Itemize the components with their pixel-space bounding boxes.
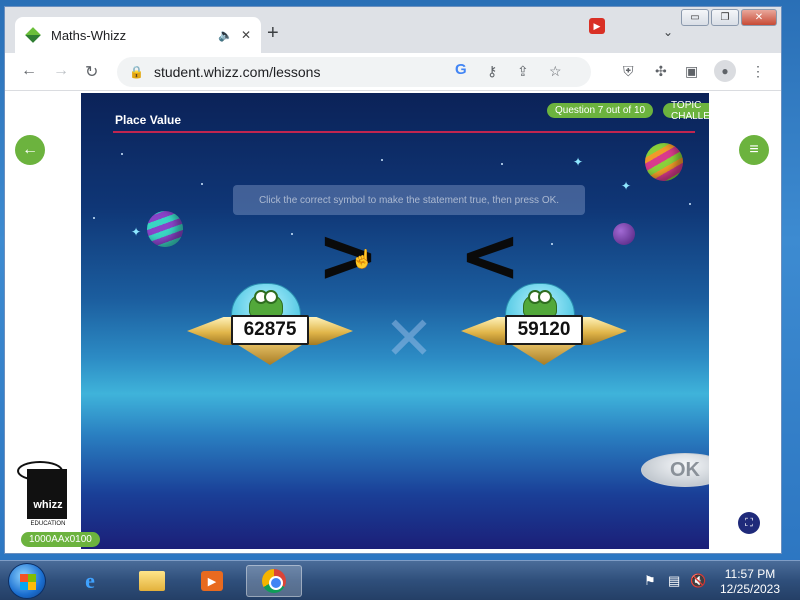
kebab-menu-icon[interactable]: ⋮ [751, 63, 765, 80]
clock-date: 12/25/2023 [719, 582, 781, 596]
lock-icon[interactable]: 🔒 [129, 65, 144, 79]
logo-block [27, 469, 67, 519]
chrome-icon [262, 569, 286, 593]
fullscreen-button[interactable]: ⛶ [738, 512, 760, 534]
restore-button[interactable]: ❐ [711, 9, 739, 26]
question-progress-badge: Question 7 out of 10 [547, 103, 654, 118]
clock-time: 11:57 PM [724, 567, 776, 581]
left-number: 62875 [231, 315, 309, 345]
star [201, 183, 203, 185]
tab-search-chevron-icon[interactable]: ⌄ [663, 25, 673, 39]
media-player-icon: ▶ [201, 571, 223, 591]
left-ufo: 62875 [187, 283, 357, 373]
lesson-title: Place Value [115, 113, 182, 127]
back-arrow-icon[interactable]: ← [21, 62, 37, 80]
taskbar-chrome[interactable] [246, 565, 302, 597]
tab-close-icon[interactable]: ✕ [241, 28, 251, 42]
star [291, 233, 293, 235]
menu-button[interactable]: ≡ [739, 135, 769, 165]
url-text: student.whizz.com/lessons [153, 64, 321, 80]
striped-planet [147, 211, 183, 247]
shield-icon[interactable]: ⛨ [623, 63, 634, 80]
taskbar-media-player[interactable]: ▶ [184, 565, 240, 597]
share-icon[interactable]: ⇪ [517, 63, 529, 80]
system-clock[interactable]: 11:57 PM 12/25/2023 [712, 567, 788, 597]
hint-banner: Click the correct symbol to make the sta… [233, 185, 585, 215]
internet-explorer-icon: e [85, 568, 95, 593]
taskbar-explorer[interactable] [124, 565, 180, 597]
star [551, 243, 553, 245]
forward-arrow-icon[interactable]: → [53, 62, 69, 80]
star [121, 153, 123, 155]
right-number: 59120 [505, 315, 583, 345]
colorful-planet [645, 143, 683, 181]
volume-muted-icon[interactable]: 🔇 [690, 573, 706, 589]
user-id-badge: 1000AAx0100 [21, 532, 100, 547]
page-content: ← ≡ ✦ ✦ ✦ Place Value Question 7 out of … [5, 91, 781, 553]
right-ufo: 59120 [461, 283, 631, 373]
folder-icon [139, 571, 165, 591]
browser-toolbar: ← → ↻ 🔒 student.whizz.com/lessons G ⚷ ⇪ … [5, 53, 781, 91]
taskbar: e ▶ ⚑ ▤ 🔇 11:57 PM 12/25/2023 [0, 560, 800, 600]
star [381, 159, 383, 161]
bookmark-star-icon[interactable]: ☆ [549, 63, 562, 80]
tab-title: Maths-Whizz [51, 27, 127, 43]
star [93, 217, 95, 219]
whizz-logo: whizz EDUCATION [17, 461, 69, 527]
empty-answer-slot[interactable]: ✕ [369, 309, 449, 369]
sparkle-icon: ✦ [131, 225, 142, 239]
flag-icon[interactable]: ⚑ [644, 573, 656, 589]
profile-avatar-icon[interactable]: ● [714, 60, 736, 82]
ok-button[interactable]: OK [641, 453, 709, 487]
extension-red-icon[interactable]: ▶ [589, 18, 605, 34]
less-than-symbol[interactable]: < [459, 219, 521, 293]
ufo-base [509, 343, 579, 365]
window-controls: ▭ ❐ ✕ [681, 9, 777, 26]
reload-icon[interactable]: ↻ [85, 62, 98, 82]
hamburger-menu-icon: ≡ [749, 141, 759, 158]
network-icon[interactable]: ▤ [668, 573, 680, 589]
taskbar-ie[interactable]: e [62, 565, 118, 597]
back-button[interactable]: ← [15, 135, 45, 165]
logo-subtitle: EDUCATION [30, 521, 66, 527]
logo-word: whizz [33, 499, 63, 511]
sparkle-icon: ✦ [573, 155, 584, 169]
lesson-stage: ✦ ✦ ✦ Place Value Question 7 out of 10 T… [81, 93, 709, 549]
extensions-puzzle-icon[interactable]: ✣ [655, 63, 667, 80]
hand-cursor-icon: ☝ [351, 249, 374, 269]
whizz-favicon-icon [25, 27, 41, 43]
title-divider [113, 131, 695, 133]
start-button[interactable] [8, 563, 46, 599]
new-tab-button[interactable]: + [267, 22, 279, 45]
star [689, 203, 691, 205]
topic-challenge-badge: TOPIC CHALLENGE [663, 100, 709, 122]
star [501, 163, 503, 165]
google-icon[interactable]: G [455, 61, 467, 78]
ufo-base [235, 343, 305, 365]
minimize-button[interactable]: ▭ [681, 9, 709, 26]
close-window-button[interactable]: ✕ [741, 9, 777, 26]
tab-strip: Maths-Whizz 🔈 ✕ + ⌄ ▭ ❐ ✕ [5, 7, 781, 53]
sparkle-icon: ✦ [621, 179, 632, 193]
speaker-icon[interactable]: 🔈 [218, 28, 233, 42]
key-icon[interactable]: ⚷ [487, 63, 497, 80]
side-panel-icon[interactable]: ▣ [685, 63, 698, 80]
fullscreen-icon: ⛶ [745, 516, 753, 529]
browser-window: Maths-Whizz 🔈 ✕ + ⌄ ▭ ❐ ✕ ← → ↻ 🔒 studen… [4, 6, 782, 554]
left-arrow-icon: ← [22, 141, 38, 158]
purple-moon [613, 223, 635, 245]
tab-maths-whizz[interactable]: Maths-Whizz 🔈 ✕ [15, 17, 261, 53]
